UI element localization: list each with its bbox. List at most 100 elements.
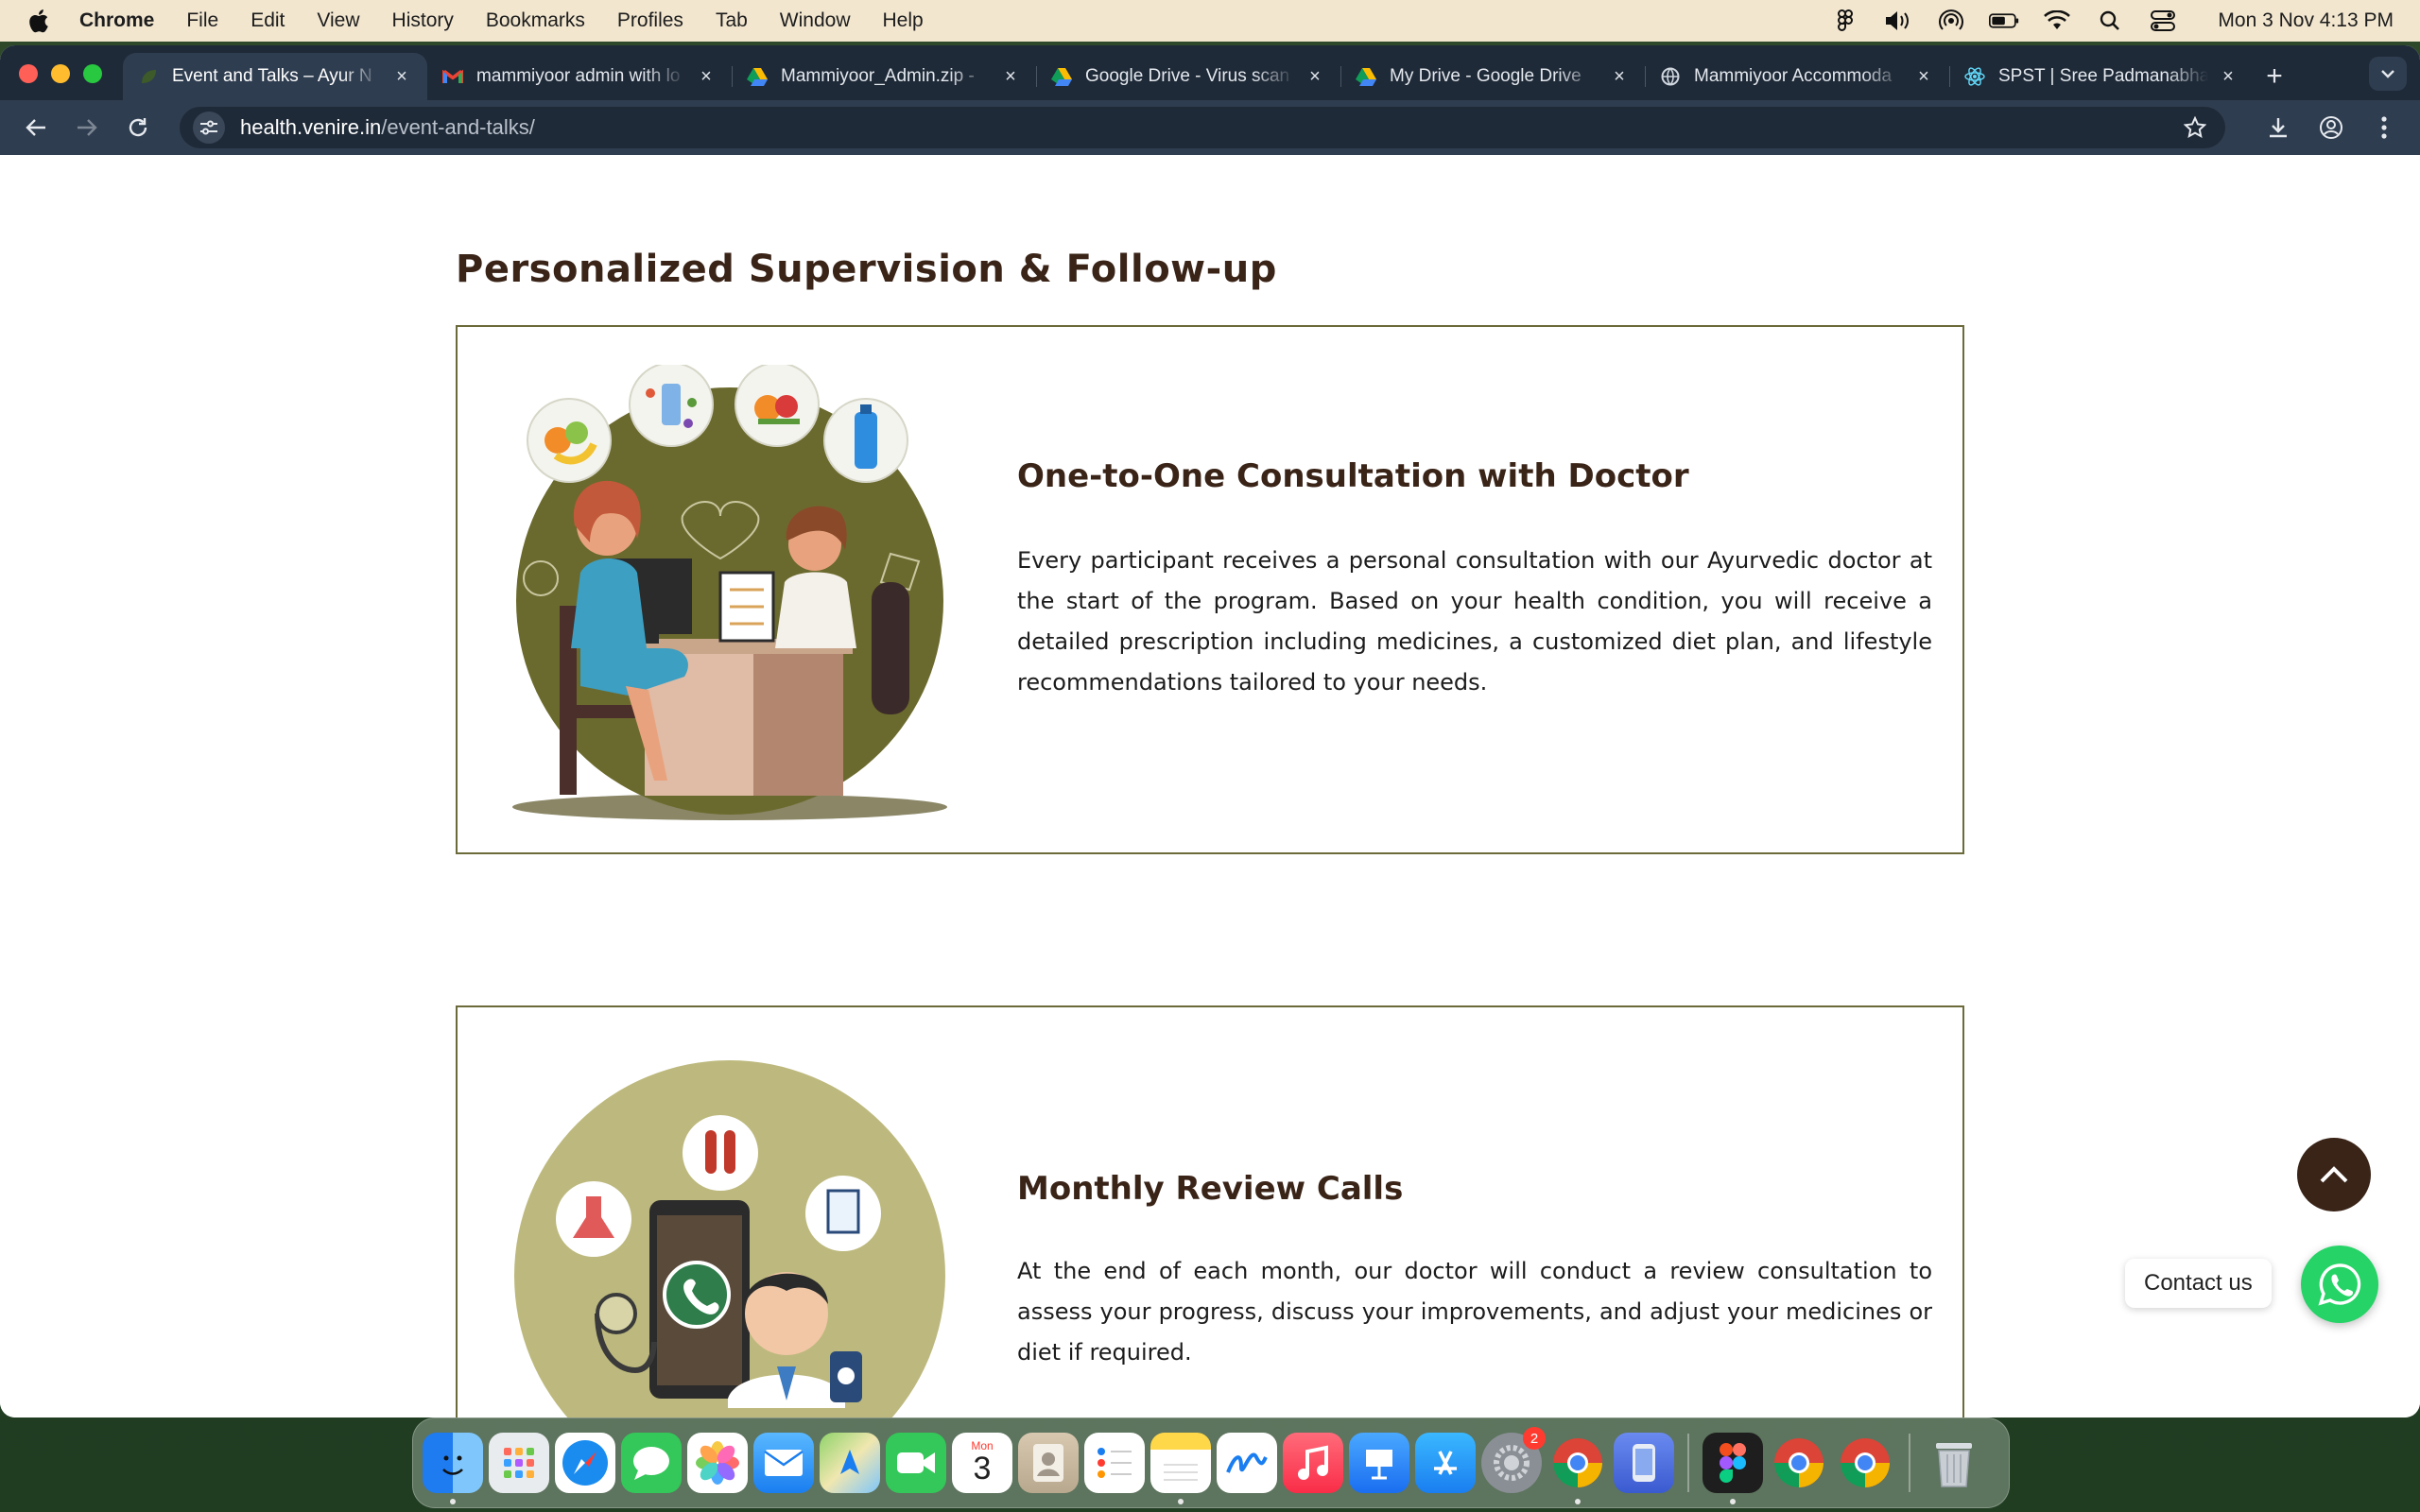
whatsapp-icon (2318, 1263, 2361, 1306)
globe-icon (1660, 66, 1681, 87)
facetime-icon[interactable] (886, 1433, 946, 1493)
contact-us-label[interactable]: Contact us (2125, 1259, 2272, 1308)
close-tab-icon[interactable]: × (1609, 66, 1630, 87)
close-tab-icon[interactable]: × (1305, 66, 1325, 87)
figma-icon[interactable] (1703, 1433, 1763, 1504)
menu-app-chrome[interactable]: Chrome (79, 9, 154, 32)
menu-bookmarks[interactable]: Bookmarks (486, 9, 585, 32)
close-tab-icon[interactable]: × (2218, 66, 2238, 87)
tab-drive-virus-scan[interactable]: Google Drive - Virus scan × (1036, 53, 1340, 100)
tab-title: Event and Talks – Ayur N (172, 66, 372, 86)
launchpad-icon[interactable] (489, 1433, 549, 1493)
system-settings-icon[interactable]: 2 (1481, 1427, 1546, 1493)
airdrop-icon[interactable] (1936, 9, 1966, 32)
whatsapp-button[interactable] (2301, 1246, 2378, 1323)
notes-icon[interactable] (1150, 1433, 1211, 1504)
close-window-button[interactable] (19, 64, 38, 83)
menu-help[interactable]: Help (883, 9, 924, 32)
trash-icon[interactable] (1924, 1433, 1984, 1493)
messages-icon[interactable] (621, 1433, 682, 1493)
freeform-icon[interactable] (1217, 1433, 1277, 1493)
dock-separator (1687, 1434, 1689, 1492)
tab-event-and-talks[interactable]: Event and Talks – Ayur N × (123, 53, 427, 100)
menu-profiles[interactable]: Profiles (617, 9, 683, 32)
menu-tab[interactable]: Tab (716, 9, 748, 32)
more-menu-icon[interactable] (2367, 111, 2401, 145)
app-store-icon[interactable] (1415, 1433, 1476, 1493)
url-domain: health.venire.in (240, 115, 382, 139)
gmail-icon (442, 66, 463, 87)
address-bar[interactable]: health.venire.in/event-and-talks/ (180, 107, 2225, 148)
tab-search-button[interactable] (2369, 57, 2407, 91)
card-body: Every participant receives a personal co… (1017, 547, 1932, 696)
reminders-icon[interactable] (1084, 1433, 1145, 1493)
reload-icon (129, 118, 147, 137)
react-icon (1964, 66, 1985, 87)
card-heading: One-to-One Consultation with Doctor (1017, 457, 1689, 495)
tab-title: mammiyoor admin with lo (476, 66, 681, 86)
tab-spst[interactable]: SPST | Sree Padmanabha × (1949, 53, 2254, 100)
chrome-app-icon[interactable] (1835, 1433, 1895, 1493)
scroll-to-top-button[interactable] (2297, 1138, 2371, 1211)
new-tab-button[interactable]: + (2254, 53, 2295, 100)
menu-window[interactable]: Window (780, 9, 851, 32)
arrow-right-icon (78, 119, 97, 136)
url-path: /event-and-talks/ (381, 115, 535, 139)
menu-file[interactable]: File (186, 9, 218, 32)
chrome-window: Event and Talks – Ayur N × mammiyoor adm… (0, 45, 2420, 1418)
monthly-review-card: Monthly Review Calls At the end of each … (456, 1005, 1964, 1418)
close-tab-icon[interactable]: × (696, 66, 717, 87)
close-tab-icon[interactable]: × (1000, 66, 1021, 87)
wifi-icon[interactable] (2042, 9, 2072, 32)
finder-icon[interactable] (423, 1433, 483, 1504)
tab-drive-zip[interactable]: Mammiyoor_Admin.zip - × (732, 53, 1036, 100)
safari-icon[interactable] (555, 1433, 615, 1493)
tab-my-drive[interactable]: My Drive - Google Drive × (1340, 53, 1645, 100)
maps-icon[interactable] (820, 1433, 880, 1493)
music-icon[interactable] (1283, 1433, 1343, 1493)
close-tab-icon[interactable]: × (391, 66, 412, 87)
chevron-down-icon (2381, 70, 2394, 78)
forward-button[interactable] (70, 111, 104, 145)
tab-gmail[interactable]: mammiyoor admin with lo × (427, 53, 732, 100)
simulator-icon[interactable] (1614, 1433, 1674, 1493)
menu-history[interactable]: History (392, 9, 454, 32)
menu-clock[interactable]: Mon 3 Nov 4:13 PM (2218, 9, 2394, 32)
tab-mammiyoor-accommodation[interactable]: Mammiyoor Accommoda × (1645, 53, 1949, 100)
figma-status-icon[interactable] (1830, 9, 1860, 32)
battery-icon[interactable] (1989, 9, 2019, 32)
web-page: Personalized Supervision & Follow-up One… (0, 155, 2420, 1418)
menu-view[interactable]: View (317, 9, 359, 32)
zoom-window-button[interactable] (83, 64, 102, 83)
tab-strip: Event and Talks – Ayur N × mammiyoor adm… (0, 45, 2420, 100)
back-button[interactable] (19, 111, 53, 145)
chrome-profile-icon[interactable] (1769, 1433, 1829, 1493)
volume-icon[interactable] (1883, 9, 1913, 32)
window-controls (19, 64, 102, 83)
site-info-icon[interactable] (193, 112, 225, 144)
photos-icon[interactable] (687, 1433, 748, 1493)
mail-icon[interactable] (753, 1433, 814, 1493)
bookmark-star-icon[interactable] (2178, 111, 2212, 145)
close-tab-icon[interactable]: × (1913, 66, 1934, 87)
browser-toolbar: health.venire.in/event-and-talks/ (0, 100, 2420, 155)
minimize-window-button[interactable] (51, 64, 70, 83)
spotlight-search-icon[interactable] (2095, 9, 2125, 32)
calendar-icon[interactable]: Mon 3 (952, 1433, 1012, 1493)
reload-button[interactable] (121, 111, 155, 145)
apple-logo-icon[interactable] (26, 8, 51, 34)
keynote-icon[interactable] (1349, 1433, 1409, 1493)
chevron-up-icon (2320, 1166, 2348, 1183)
section-title: Personalized Supervision & Follow-up (456, 248, 1277, 291)
tab-title: Mammiyoor_Admin.zip - (781, 66, 975, 86)
menu-edit[interactable]: Edit (251, 9, 285, 32)
downloads-icon[interactable] (2261, 111, 2295, 145)
control-center-icon[interactable] (2148, 9, 2178, 32)
profile-icon[interactable] (2314, 111, 2348, 145)
tab-title: SPST | Sree Padmanabha (1998, 66, 2208, 86)
calendar-day: 3 (973, 1451, 992, 1486)
card-heading: Monthly Review Calls (1017, 1170, 1404, 1208)
contacts-icon[interactable] (1018, 1433, 1079, 1493)
chrome-icon[interactable] (1547, 1433, 1608, 1504)
tabs: Event and Talks – Ayur N × mammiyoor adm… (123, 53, 2295, 100)
